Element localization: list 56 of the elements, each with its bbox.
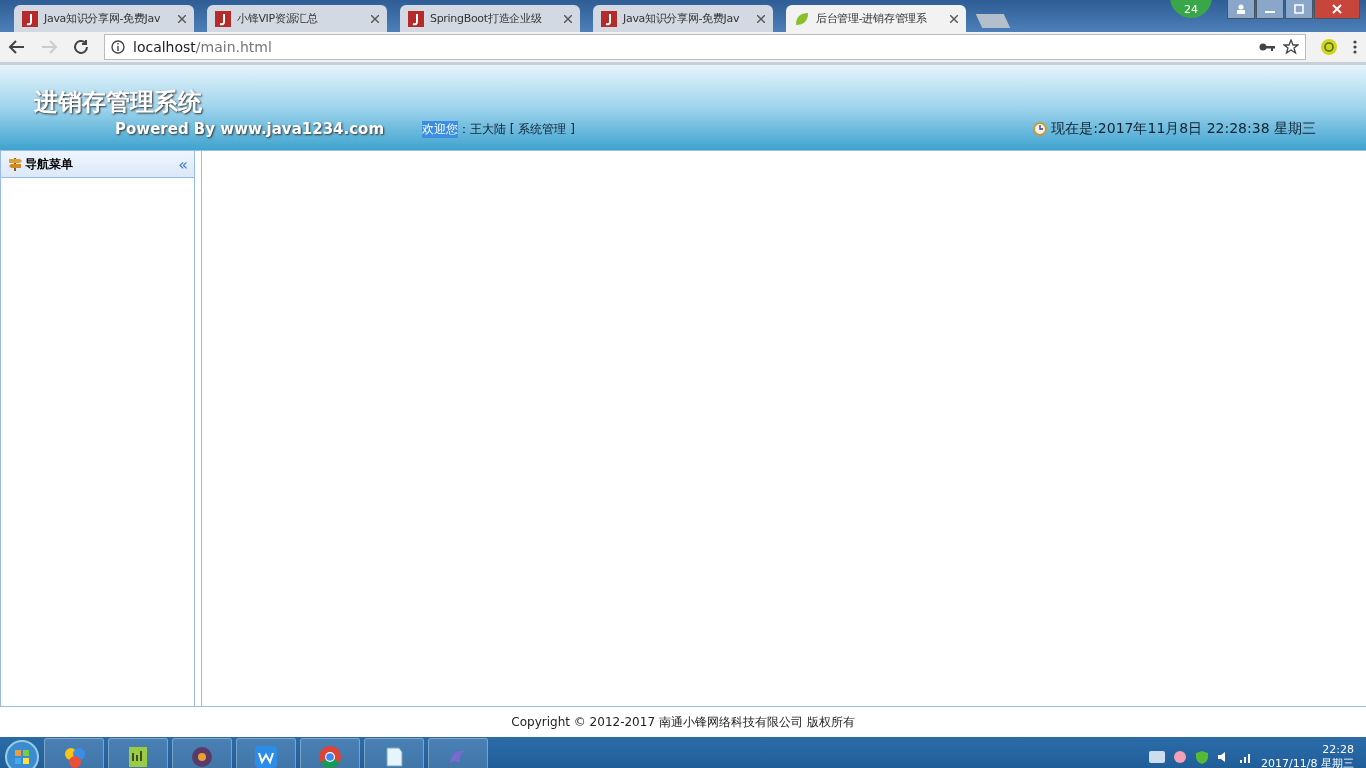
taskbar-app-button[interactable] <box>172 738 232 768</box>
info-icon <box>111 40 125 54</box>
powered-by-text: Powered By www.java1234.com <box>115 120 385 138</box>
clock-icon <box>1033 122 1048 136</box>
browser-tab[interactable]: SpringBoot打造企业级 <box>400 5 580 32</box>
minimize-button[interactable] <box>1256 0 1284 19</box>
maximize-button[interactable] <box>1285 0 1313 19</box>
minimize-icon <box>1265 11 1275 13</box>
close-tab-icon[interactable] <box>178 14 186 23</box>
app-title: 进销存管理系统 <box>34 87 203 118</box>
new-tab-button[interactable] <box>975 14 1011 28</box>
welcome-label: 欢迎您 <box>422 121 459 138</box>
close-button[interactable] <box>1314 0 1360 19</box>
current-time: 现在是:2017年11月8日 22:28:38 星期三 <box>1051 120 1316 138</box>
user-button[interactable] <box>1227 0 1255 19</box>
taskbar-date: 2017/11/8 星期三 <box>1261 757 1354 768</box>
shield-icon[interactable] <box>1195 750 1210 764</box>
leaf-icon <box>794 10 810 27</box>
close-tab-icon[interactable] <box>564 14 572 23</box>
signpost-icon <box>7 156 23 172</box>
notification-badge: 24 <box>1170 0 1212 18</box>
letter-j-icon <box>215 10 231 27</box>
close-tab-icon[interactable] <box>371 14 379 23</box>
close-tab-icon[interactable] <box>950 14 958 23</box>
letter-j-icon <box>22 10 38 27</box>
browser-tab[interactable]: Java知识分享网-免费Jav <box>14 5 194 32</box>
taskbar-app-button[interactable] <box>108 738 168 768</box>
star-icon[interactable] <box>1283 39 1299 55</box>
nav-title: 导航菜单 <box>25 155 73 173</box>
browser-tab[interactable]: 后台管理-进销存管理系 <box>786 5 966 32</box>
user-info: ：王大陆 [ 系统管理 ] <box>458 121 575 138</box>
user-icon <box>1236 4 1246 14</box>
collapse-button[interactable]: « <box>178 154 188 174</box>
letter-w-icon <box>254 745 278 768</box>
start-button[interactable] <box>4 739 40 768</box>
close-tab-icon[interactable] <box>757 14 765 23</box>
letter-j-icon <box>601 10 617 27</box>
copyright-text: Copyright © 2012-2017 南通小锋网络科技有限公司 版权所有 <box>511 713 855 731</box>
taskbar-app-button[interactable] <box>44 738 104 768</box>
browser-tab[interactable]: Java知识分享网-免费Jav <box>593 5 773 32</box>
taskbar-app-button[interactable] <box>364 738 424 768</box>
url-text: localhost/main.html <box>133 39 272 55</box>
close-icon <box>1332 4 1342 14</box>
address-bar[interactable]: localhost/main.html <box>104 34 1306 60</box>
back-icon[interactable] <box>8 38 26 56</box>
taskbar-time: 22:28 <box>1322 743 1354 757</box>
restore-icon <box>1294 4 1304 14</box>
key-icon[interactable] <box>1259 42 1275 52</box>
reload-icon[interactable] <box>72 38 90 56</box>
chrome-icon <box>318 745 342 768</box>
letter-j-icon <box>408 10 424 27</box>
menu-icon[interactable] <box>1352 39 1358 55</box>
taskbar-app-button[interactable] <box>236 738 296 768</box>
extension-icon[interactable] <box>1320 38 1338 56</box>
circles-icon <box>62 745 86 768</box>
browser-tab[interactable]: 小锋VIP资源汇总 <box>207 5 387 32</box>
